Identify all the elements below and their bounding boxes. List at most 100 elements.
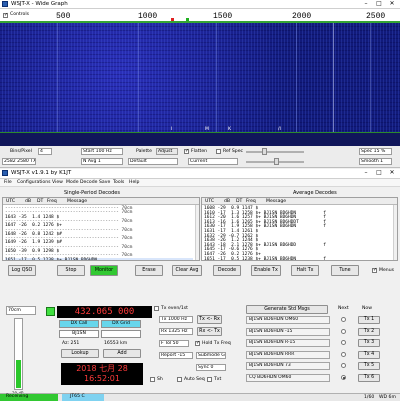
tx-now-button-2[interactable]: Tx 2 (358, 327, 380, 336)
rx-freq-spin[interactable]: Rx 1325 Hz (159, 328, 193, 335)
frequency-scale: Controls 500 1000 1500 2000 2500 (0, 9, 400, 23)
menu-tools[interactable]: Tools (113, 180, 124, 185)
menu-decode[interactable]: Decode (80, 180, 97, 185)
band-select[interactable]: 70cm (6, 306, 36, 315)
tx-now-button-3[interactable]: Tx 3 (358, 339, 380, 347)
report-spin[interactable]: Report -15 (159, 352, 193, 359)
ref-spec-label: Ref Spec (223, 149, 244, 154)
rx-from-tx-button[interactable]: Rx <- Tx (197, 327, 222, 336)
auto-seq-checkbox[interactable] (177, 377, 182, 382)
scale-tick: 2500 (366, 12, 386, 21)
maximize-icon[interactable]: □ (373, 0, 385, 8)
lookup-button[interactable]: Lookup (61, 349, 99, 358)
marker-label: I (171, 127, 173, 132)
spec-percent-spin[interactable]: Spec 15 % (359, 148, 392, 155)
tx-from-rx-button[interactable]: Tx <- Rx (197, 315, 222, 324)
flatten-checkbox[interactable] (184, 148, 189, 154)
decode-row[interactable]: 1651 -17 0.5 1238 $+ BJ1SN BD6HDN (5, 257, 193, 260)
tx-now-button-5[interactable]: Tx 5 (358, 362, 380, 370)
tx-message-4[interactable]: BJ1SN BD6HDN RRR (246, 350, 330, 359)
tx-now-button-4[interactable]: Tx 4 (358, 350, 380, 359)
menu-view[interactable]: View (52, 180, 63, 185)
erase-button[interactable]: Erase (135, 265, 163, 276)
sh-checkbox[interactable] (150, 377, 155, 382)
tx-message-6[interactable]: CQ BD6HDN OM60 (246, 373, 330, 382)
zero-slider-handle[interactable] (274, 158, 279, 165)
menu-file[interactable]: File (4, 180, 12, 185)
close-icon[interactable]: ✕ (386, 169, 398, 177)
add-button[interactable]: Add (103, 349, 141, 358)
sync-spin[interactable]: Sync 0 (196, 364, 226, 371)
dx-call-input[interactable]: BJ1SN (59, 330, 99, 338)
halt-tx-button[interactable]: Halt Tx (291, 265, 319, 276)
next-radio-3[interactable] (341, 340, 346, 345)
tx-message-5[interactable]: BJ1SN BD6HDN 73 (246, 362, 330, 370)
scrollbar[interactable] (195, 205, 199, 260)
tune-button[interactable]: Tune (331, 265, 359, 276)
tx-message-2[interactable]: BJ1SN BD6HDN -15 (246, 327, 330, 336)
scrollbar[interactable] (393, 205, 397, 260)
decode-row[interactable]: 1651 -17 0.5 1238 $+ BJ1SN BD6HDN f (204, 257, 392, 260)
stop-button[interactable]: Stop (57, 265, 85, 276)
marker-label: K (228, 127, 232, 132)
next-radio-1[interactable] (341, 317, 346, 322)
col-db: dB (224, 199, 231, 204)
next-radio-4[interactable] (341, 351, 346, 357)
controls-checkbox[interactable] (3, 12, 8, 18)
tx-even-label: Tx even/1st (161, 306, 188, 311)
tx-now-button-6[interactable]: Tx 6 (358, 373, 380, 382)
next-radio-2[interactable] (341, 328, 346, 334)
col-freq: Freq (47, 199, 57, 204)
spectrum-select[interactable]: Current (188, 158, 238, 165)
log-qso-button[interactable]: Log QSO (8, 265, 36, 276)
minimize-icon[interactable]: – (360, 169, 372, 177)
next-radio-5[interactable] (341, 363, 346, 368)
menu-mode[interactable]: Mode (66, 180, 79, 185)
next-radio-6[interactable] (341, 374, 346, 380)
f-tol-spin[interactable]: F Tol 50 (159, 340, 189, 347)
clear-avg-button[interactable]: Clear Avg (172, 265, 202, 276)
gain-slider-handle[interactable] (262, 148, 267, 155)
ref-spec-checkbox[interactable] (216, 149, 221, 154)
tx-even-checkbox[interactable] (154, 306, 159, 311)
band-activity-title: Single-Period Decodes (64, 190, 120, 196)
waterfall-display[interactable]: I M K /I (0, 23, 400, 146)
close-icon[interactable]: ✕ (386, 0, 398, 8)
dx-grid-input[interactable] (101, 330, 141, 338)
freq-readout: 2582 2580 TX (2, 158, 36, 165)
smooth-spin[interactable]: Smooth 1 (359, 158, 392, 165)
maximize-icon[interactable]: □ (373, 169, 385, 177)
menu-help[interactable]: Help (129, 180, 139, 185)
tx-message-1[interactable]: BJ1SN BD6HDN OM60 (246, 316, 330, 324)
col-message: Message (67, 199, 88, 204)
bins-per-pixel-spin[interactable]: 4 (38, 148, 52, 155)
monitor-button[interactable]: Monitor (90, 265, 118, 276)
enable-tx-button[interactable]: Enable Tx (251, 265, 281, 276)
txt-checkbox[interactable] (207, 377, 212, 382)
rx-frequency-pane[interactable]: UTC dB DT Freq Message 1608 -29 0.9 1147… (201, 197, 398, 261)
menu-save[interactable]: Save (99, 180, 110, 185)
submode-select[interactable]: Submode G (196, 352, 226, 359)
utc-clock: 2018 七月 28 16:52:01 (61, 363, 143, 385)
palette-select[interactable]: Default (128, 158, 178, 165)
n-avg-spin[interactable]: N Avg 1 (81, 158, 123, 165)
palette-label: Palette (136, 149, 152, 154)
hold-tx-checkbox[interactable] (195, 340, 200, 346)
adjust-button[interactable]: Adjust (156, 148, 178, 155)
decode-button[interactable]: Decode (213, 265, 241, 276)
generate-std-msgs-button[interactable]: Generate Std Msgs (246, 305, 328, 314)
menus-label: Menus (379, 268, 395, 273)
start-freq-spin[interactable]: Start 100 Hz (81, 148, 123, 155)
cat-status-led (46, 307, 55, 316)
menu-configurations[interactable]: Configurations (17, 180, 51, 185)
menus-checkbox[interactable] (372, 267, 377, 273)
tx-freq-spin[interactable]: Tx 1000 Hz (159, 316, 193, 323)
gain-slider[interactable] (246, 151, 304, 153)
band-activity-pane[interactable]: UTC dB DT Freq Message -----------------… (2, 197, 200, 261)
tx-now-button-1[interactable]: Tx 1 (358, 316, 380, 324)
minimize-icon[interactable]: – (360, 0, 372, 8)
wide-graph-controls: Bins/Pixel 4 Start 100 Hz Palette Adjust… (0, 146, 400, 168)
spectrum-area (0, 132, 400, 146)
tx-message-3[interactable]: BJ1SN BD6HDN R-15 (246, 339, 330, 347)
wide-graph-title: WSJT-X - Wide Graph (11, 1, 68, 7)
